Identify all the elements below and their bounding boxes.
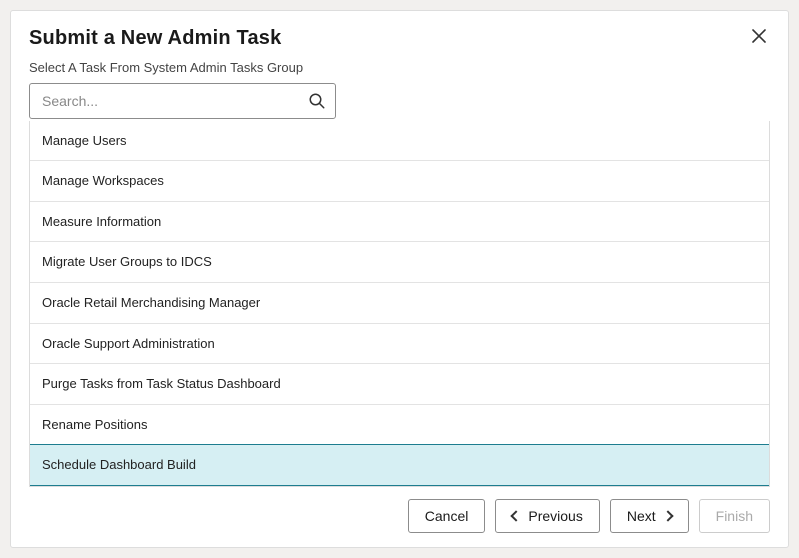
chevron-left-icon <box>511 510 522 521</box>
dialog-footer: Cancel Previous Next Finish <box>29 487 770 533</box>
previous-label: Previous <box>528 508 582 524</box>
search-field-wrap <box>29 83 336 119</box>
search-input[interactable] <box>29 83 336 119</box>
task-item[interactable]: Manage Workspaces <box>30 161 769 202</box>
task-item[interactable]: Purge Tasks from Task Status Dashboard <box>30 364 769 405</box>
cancel-button[interactable]: Cancel <box>408 499 486 533</box>
finish-button[interactable]: Finish <box>699 499 770 533</box>
task-list[interactable]: Manage HierarchiesManage UsersManage Wor… <box>29 121 770 487</box>
task-item[interactable]: Measure Information <box>30 202 769 243</box>
task-item[interactable]: Oracle Retail Merchandising Manager <box>30 283 769 324</box>
task-item[interactable]: Oracle Support Administration <box>30 324 769 365</box>
dialog-title: Submit a New Admin Task <box>29 27 281 50</box>
submit-admin-task-dialog: Submit a New Admin Task Select A Task Fr… <box>10 10 789 548</box>
dialog-subtitle: Select A Task From System Admin Tasks Gr… <box>29 60 770 75</box>
dialog-header: Submit a New Admin Task <box>29 27 770 50</box>
close-button[interactable] <box>748 27 770 49</box>
task-item[interactable]: Migrate User Groups to IDCS <box>30 242 769 283</box>
chevron-right-icon <box>662 510 673 521</box>
task-item[interactable]: Schedule Dashboard Build <box>30 444 769 486</box>
close-icon <box>752 29 766 43</box>
next-button[interactable]: Next <box>610 499 689 533</box>
task-item[interactable]: Rename Positions <box>30 405 769 446</box>
previous-button[interactable]: Previous <box>495 499 599 533</box>
next-label: Next <box>627 508 656 524</box>
task-item[interactable]: Manage Users <box>30 121 769 161</box>
